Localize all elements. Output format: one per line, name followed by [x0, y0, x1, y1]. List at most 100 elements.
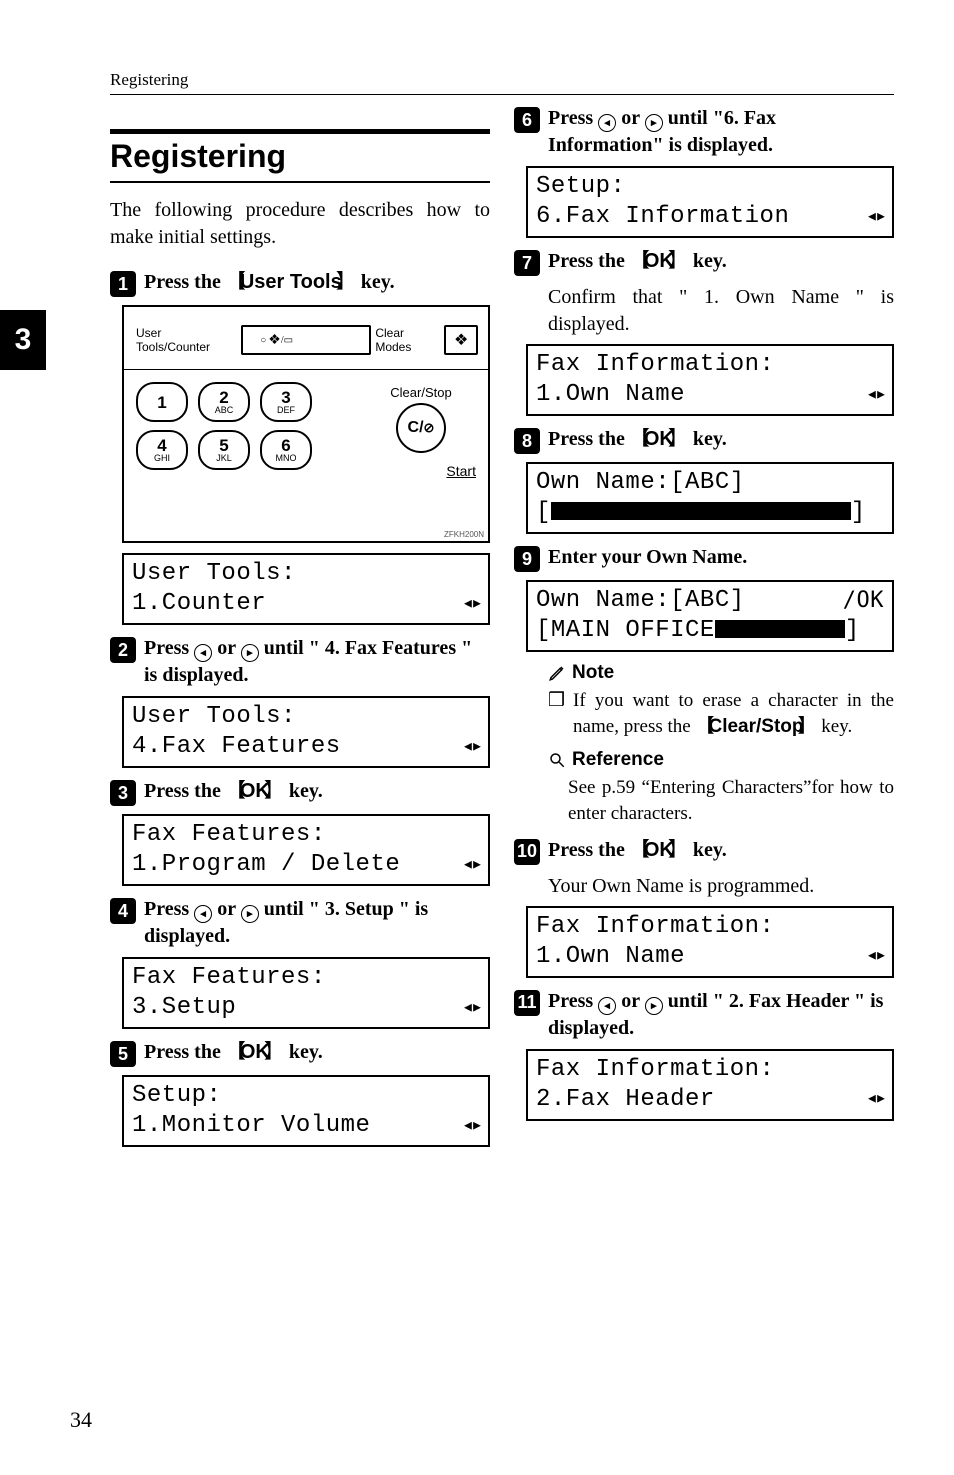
nav-arrows-icon: ◂▸: [866, 944, 884, 969]
lcd-line1: Fax Features:: [132, 820, 326, 850]
left-arrow-icon: ◂: [598, 997, 616, 1015]
right-arrow-icon: ▸: [645, 114, 663, 132]
lcd-own-name-1: Fax Information: 1.Own Name ◂▸: [526, 344, 894, 416]
bullet-icon: ❒: [548, 688, 565, 739]
right-arrow-icon: ▸: [241, 905, 259, 923]
lcd-own-name-entry-filled: Own Name:[ABC]/OK [MAIN OFFICE]: [526, 580, 894, 652]
nav-arrows-icon: ◂▸: [866, 205, 884, 230]
nav-arrows-icon: ◂▸: [462, 735, 480, 760]
step-number: 5: [110, 1041, 136, 1067]
label-clear-modes: Clear Modes: [375, 326, 442, 354]
note-text: key.: [817, 716, 853, 737]
step-text: until " 2. Fax Header " is displayed.: [548, 990, 883, 1039]
step-text: Enter your Own Name.: [548, 544, 747, 570]
step-text: Press: [548, 107, 598, 129]
key-clear-stop: Clear/Stop: [695, 716, 816, 737]
step-text: Press the: [548, 428, 630, 450]
label-start: Start: [366, 463, 476, 479]
step-text: key.: [688, 250, 727, 272]
step-7-sub: Confirm that " 1. Own Name " is displaye…: [548, 284, 894, 338]
lcd-user-tools-counter: User Tools: 1.Counter◂▸: [122, 553, 490, 625]
lcd-own-name-entry-blank: Own Name:[ABC] []: [526, 462, 894, 534]
control-panel-illustration: User Tools/Counter ○ ❖/▭ Clear Modes ❖ 1…: [122, 305, 490, 543]
step-9: 9 Enter your Own Name.: [514, 544, 894, 572]
key-user-tools: User Tools: [226, 271, 356, 293]
label-user-tools-counter: User Tools/Counter: [136, 326, 237, 354]
key-ok: OK: [630, 839, 688, 861]
note-body: ❒ If you want to erase a character in th…: [548, 688, 894, 739]
step-10-sub: Your Own Name is programmed.: [548, 873, 894, 900]
step-number: 4: [110, 898, 136, 924]
keypad-3[interactable]: 3DEF: [260, 382, 312, 422]
step-6: 6 Press ◂ or ▸ until "6. Fax Information…: [514, 105, 894, 158]
step-number: 11: [514, 990, 540, 1016]
lcd-line2: 1.Monitor Volume: [132, 1111, 370, 1141]
intro-text: The following procedure describes how to…: [110, 197, 490, 251]
clear-stop-button[interactable]: C/⊘: [396, 403, 446, 453]
reference-body: See p.59 “Entering Characters”for how to…: [568, 775, 894, 826]
step-3: 3 Press the OK key.: [110, 778, 490, 806]
clear-modes-button[interactable]: ❖: [444, 325, 478, 355]
lcd-line2: 1.Program / Delete: [132, 850, 400, 880]
step-number: 10: [514, 839, 540, 865]
step-text: Press: [144, 637, 194, 659]
step-number: 6: [514, 107, 540, 133]
step-number: 1: [110, 271, 136, 297]
step-text: or: [212, 637, 241, 659]
step-text: Press: [144, 898, 194, 920]
step-8: 8 Press the OK key.: [514, 426, 894, 454]
step-7: 7 Press the OK key.: [514, 248, 894, 276]
left-arrow-icon: ◂: [194, 905, 212, 923]
step-number: 3: [110, 780, 136, 806]
user-tools-button-left[interactable]: ○ ❖/▭: [241, 325, 310, 355]
lcd-line1: Fax Information:: [536, 1055, 774, 1085]
running-head: Registering: [110, 70, 894, 95]
lcd-line2: 6.Fax Information: [536, 202, 789, 232]
keypad-4[interactable]: 4GHI: [136, 430, 188, 470]
key-ok: OK: [630, 428, 688, 450]
lcd-line1: Own Name:[ABC]: [536, 586, 745, 616]
step-text: or: [212, 898, 241, 920]
cursor-block: [715, 620, 845, 638]
step-text: Press: [548, 990, 598, 1012]
nav-arrows-icon: ◂▸: [866, 383, 884, 408]
lcd-own-name-2: Fax Information: 1.Own Name◂▸: [526, 906, 894, 978]
lcd-bracket-close: ]: [851, 499, 866, 526]
step-number: 2: [110, 637, 136, 663]
lcd-line2: 3.Setup: [132, 993, 236, 1023]
lcd-line1: Fax Features:: [132, 963, 326, 993]
keypad-1[interactable]: 1: [136, 382, 188, 422]
lcd-line2: 2.Fax Header: [536, 1085, 715, 1115]
keypad-2[interactable]: 2ABC: [198, 382, 250, 422]
keypad-5[interactable]: 5JKL: [198, 430, 250, 470]
lcd-line1: Fax Information:: [536, 350, 774, 380]
step-4: 4 Press ◂ or ▸ until " 3. Setup " is dis…: [110, 896, 490, 949]
lcd-line2: 1.Own Name: [536, 942, 685, 972]
nav-arrows-icon: ◂▸: [866, 1087, 884, 1112]
side-tab: 3: [0, 310, 46, 370]
note-heading: Note: [548, 662, 894, 684]
pencil-icon: [548, 664, 566, 682]
left-arrow-icon: ◂: [194, 644, 212, 662]
step-11: 11 Press ◂ or ▸ until " 2. Fax Header " …: [514, 988, 894, 1041]
step-number: 7: [514, 250, 540, 276]
lcd-line2: 1.Counter: [132, 589, 266, 619]
nav-arrows-icon: ◂▸: [462, 1114, 480, 1139]
cursor-block: [551, 502, 851, 520]
label-clear-stop: Clear/Stop: [366, 385, 476, 400]
lcd-line1: Own Name:[ABC]: [536, 468, 745, 498]
lcd-line1: User Tools:: [132, 702, 296, 732]
step-text: key.: [284, 780, 323, 802]
step-text: key.: [356, 271, 395, 293]
step-text: key.: [688, 839, 727, 861]
keypad-6[interactable]: 6MNO: [260, 430, 312, 470]
step-5: 5 Press the OK key.: [110, 1039, 490, 1067]
left-arrow-icon: ◂: [598, 114, 616, 132]
step-10: 10 Press the OK key.: [514, 837, 894, 865]
user-tools-button-right[interactable]: [310, 325, 371, 355]
lcd-bracket-close: ]: [845, 617, 860, 644]
lcd-program-delete: Fax Features: 1.Program / Delete◂▸: [122, 814, 490, 886]
lcd-line2: 1.Own Name: [536, 380, 685, 410]
step-2: 2 Press ◂ or ▸ until " 4. Fax Features "…: [110, 635, 490, 688]
step-text: Press the: [548, 250, 630, 272]
